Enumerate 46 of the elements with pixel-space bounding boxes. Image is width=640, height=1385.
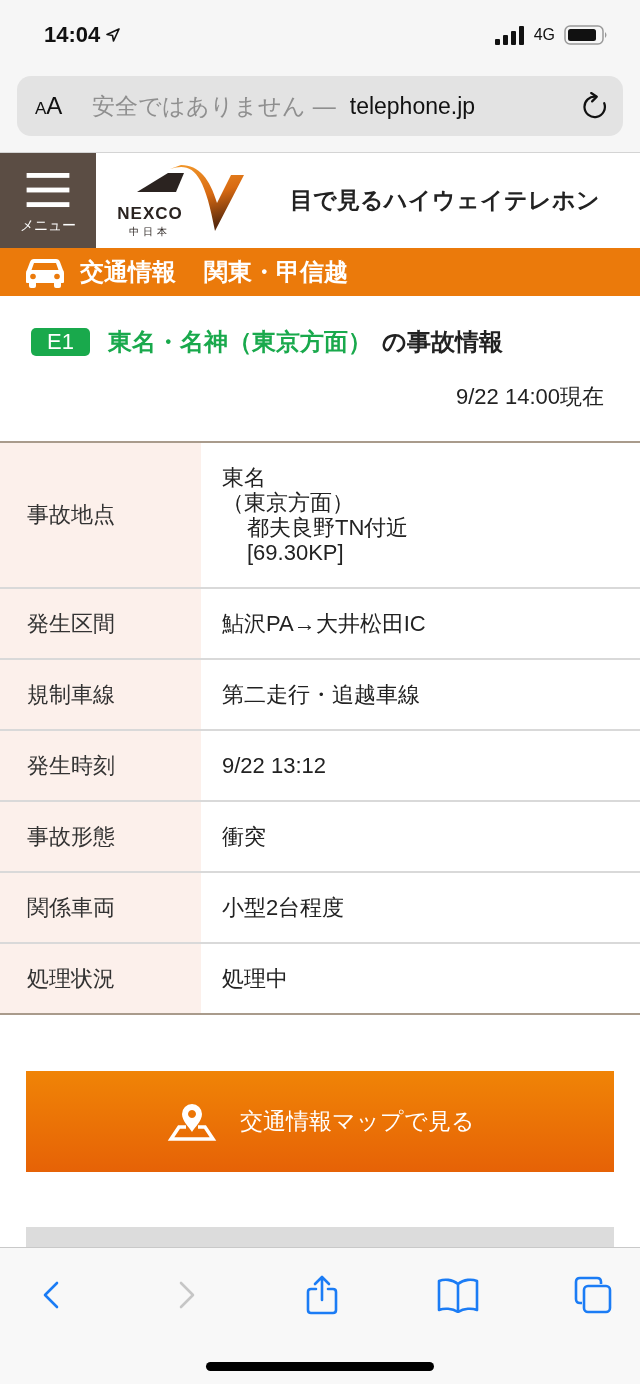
signal-icon	[494, 25, 525, 45]
row-label: 発生時刻	[0, 731, 201, 800]
car-icon	[26, 256, 64, 288]
location-arrow-icon	[106, 28, 121, 42]
location-line: 東名	[222, 465, 266, 490]
row-value: 第二走行・追越車線	[222, 680, 420, 709]
location-line: （東京方面）	[222, 490, 354, 515]
row-label: 発生区間	[0, 589, 201, 658]
location-line: [69.30KP]	[247, 540, 344, 565]
back-icon	[43, 1281, 59, 1309]
text-size-button[interactable]: AA	[35, 94, 63, 118]
row-value: 小型2台程度	[222, 893, 345, 922]
security-notice: 安全ではありません —	[92, 91, 336, 121]
update-timestamp: 9/22 14:00現在	[456, 383, 604, 411]
menu-icon	[26, 173, 70, 208]
row-value: 鮎沢PA→大井松田IC	[222, 609, 426, 638]
book-icon	[436, 1277, 479, 1313]
route-name: 東名・名神（東京方面）	[108, 327, 372, 357]
menu-button[interactable]: メニュー	[0, 153, 96, 248]
tabs-button[interactable]	[572, 1274, 614, 1316]
status-time: 14:04	[44, 22, 101, 48]
forward-icon	[178, 1281, 195, 1309]
address-field[interactable]: AA 安全ではありません — telephone.jp	[17, 76, 623, 136]
url-domain: telephone.jp	[349, 92, 476, 120]
row-value: 衝突	[222, 822, 266, 851]
tabs-icon	[574, 1276, 612, 1314]
incident-title: の事故情報	[382, 327, 503, 357]
share-icon	[306, 1275, 338, 1315]
battery-icon	[564, 25, 608, 45]
logo-wordmark: NEXCO	[117, 205, 183, 223]
row-label: 事故形態	[0, 802, 201, 871]
section-category: 交通情報	[80, 257, 176, 287]
row-value: 処理中	[222, 964, 288, 993]
site-title: 目で見るハイウェイテレホン	[290, 186, 600, 215]
location-line: 都夫良野TN付近	[247, 515, 409, 540]
row-label: 事故地点	[0, 443, 201, 587]
route-badge: E1	[31, 328, 90, 356]
row-value: 9/22 13:12	[222, 752, 326, 779]
row-label: 規制車線	[0, 660, 201, 729]
network-type: 4G	[533, 26, 555, 44]
logo-subtitle: 中日本	[129, 226, 171, 238]
row-label: 関係車両	[0, 873, 201, 942]
row-label: 処理状況	[0, 944, 201, 1013]
section-region: 関東・甲信越	[204, 257, 348, 287]
reload-icon[interactable]	[581, 92, 607, 120]
map-pin-icon	[165, 1101, 218, 1142]
